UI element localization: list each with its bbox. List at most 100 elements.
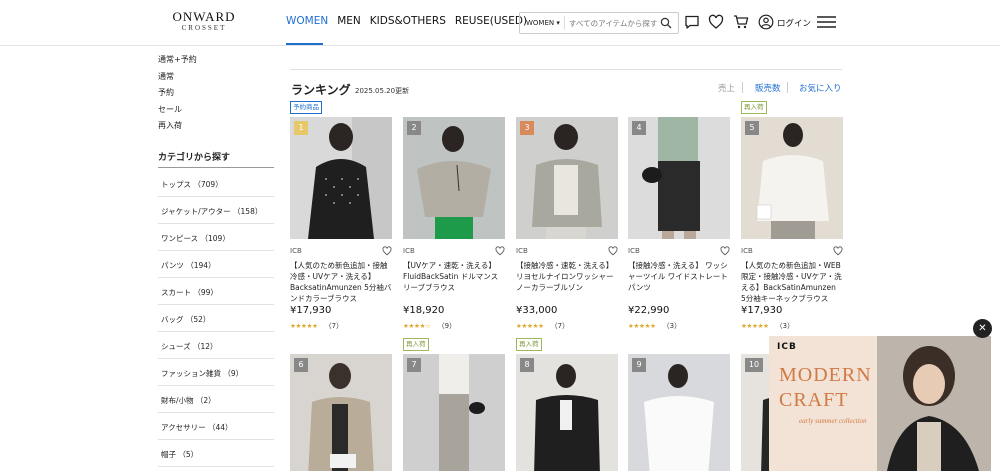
ranking-date: 2025.05.20更新: [355, 87, 410, 95]
sort-sales[interactable]: 売上: [718, 82, 735, 94]
filter-normal[interactable]: 通常: [158, 69, 197, 86]
category-item-fashion-goods[interactable]: ファッション雑貨 （9）: [158, 359, 274, 386]
product-name[interactable]: 【接触冷感・洗える】 ワッシャーツイル ワイドストレートパンツ: [628, 260, 730, 304]
product-card[interactable]: 予約商品 1 ICB 【人気のため新色追加・接触冷感・UVケア・洗える】Back…: [290, 101, 392, 331]
category-item-accessories[interactable]: アクセサリー （44）: [158, 413, 274, 440]
brand-text: ICB: [516, 247, 528, 255]
product-price: ¥17,930: [290, 305, 332, 316]
main-top-divider: [290, 69, 842, 70]
ranking-title: ランキング: [291, 83, 351, 97]
search-category-value: WOMEN: [526, 19, 555, 27]
category-item-shoes[interactable]: シューズ （12）: [158, 332, 274, 359]
favorite-heart-icon[interactable]: [608, 246, 618, 256]
favorite-heart-icon[interactable]: [495, 246, 505, 256]
product-brand: ICB: [741, 246, 843, 257]
product-card[interactable]: 9: [628, 354, 730, 471]
category-item-skirts[interactable]: スカート （99）: [158, 278, 274, 305]
banner-close-icon[interactable]: ✕: [973, 319, 992, 338]
login-link[interactable]: ログイン: [777, 17, 811, 29]
favorite-heart-icon[interactable]: [382, 246, 392, 256]
nav-reuse[interactable]: REUSE(USED): [455, 15, 527, 27]
chat-icon[interactable]: [684, 14, 700, 30]
product-image[interactable]: 1: [290, 117, 392, 239]
product-image[interactable]: 8: [516, 354, 618, 471]
product-rating: ★★★★★ （3）: [741, 321, 843, 331]
user-icon[interactable]: [758, 14, 774, 30]
search-input[interactable]: [568, 18, 665, 28]
review-count: （7）: [324, 322, 344, 330]
favorite-heart-icon[interactable]: [720, 246, 730, 256]
promo-banner[interactable]: ICB MODERN CRAFT early summer collection: [769, 336, 991, 471]
product-price: ¥18,920: [403, 305, 445, 316]
product-name[interactable]: 【人気のため新色追加・WEB限定・接触冷感・UVケア・洗える】BackSatin…: [741, 260, 843, 304]
category-item-tops[interactable]: トップス （709）: [158, 170, 274, 197]
product-brand: ICB: [403, 246, 505, 257]
banner-subtitle: early summer collection: [799, 417, 867, 425]
nav-men[interactable]: MEN: [337, 15, 361, 27]
product-price: ¥22,990: [628, 305, 670, 316]
banner-title-line1: MODERN: [779, 364, 872, 386]
reserve-tag: 予約商品: [290, 101, 322, 114]
nav-active-underline: [286, 43, 323, 45]
product-image[interactable]: 7: [403, 354, 505, 471]
rating-stars: ★★★★★: [741, 322, 769, 330]
rating-stars: ★★★★★: [290, 322, 318, 330]
filter-reserve[interactable]: 予約: [158, 85, 197, 102]
product-brand: ICB: [290, 246, 392, 257]
category-item-wallets[interactable]: 財布/小物 （2）: [158, 386, 274, 413]
brand-text: ICB: [741, 247, 753, 255]
product-card[interactable]: 3 ICB 【接触冷感・速乾・洗える】リヨセルナイロンワッシャー ノーカラーブル…: [516, 117, 618, 331]
product-card[interactable]: 再入荷 8: [516, 338, 618, 471]
product-rating: ★★★★★ （7）: [516, 321, 618, 331]
product-name[interactable]: 【UVケア・速乾・洗える】FluidBackSatin ドルマンスリーブブラウス: [403, 260, 505, 304]
product-card[interactable]: 2 ICB 【UVケア・速乾・洗える】FluidBackSatin ドルマンスリ…: [403, 117, 505, 331]
sort-favorites[interactable]: お気に入り: [799, 82, 842, 94]
category-item-hats[interactable]: 帽子 （5）: [158, 440, 274, 467]
search-icon[interactable]: [660, 17, 672, 29]
filter-sale[interactable]: セール: [158, 102, 197, 119]
category-item-pants[interactable]: パンツ （194）: [158, 251, 274, 278]
product-image[interactable]: 4: [628, 117, 730, 239]
product-card[interactable]: 再入荷 7: [403, 338, 505, 471]
rating-stars: ★★★★★: [516, 322, 544, 330]
product-name[interactable]: 【人気のため新色追加・接触冷感・UVケア・洗える】BacksatinAmunze…: [290, 260, 392, 304]
brand-text: ICB: [290, 247, 302, 255]
category-title-divider: [158, 167, 274, 168]
product-card[interactable]: 6: [290, 354, 392, 471]
sort-quantity[interactable]: 販売数: [755, 82, 781, 94]
category-list: トップス （709） ジャケット/アウター （158） ワンピース （109） …: [158, 170, 274, 467]
search-category-select[interactable]: WOMEN ▾: [520, 16, 565, 30]
filter-restock[interactable]: 再入荷: [158, 118, 197, 135]
nav-kids-others[interactable]: KIDS&OTHERS: [370, 15, 446, 27]
product-rating: ★★★★☆ （9）: [403, 321, 505, 331]
product-card[interactable]: 再入荷 5 ICB 【人気のため新色追加・WEB限定・接触冷感・UVケア・洗える…: [741, 101, 843, 331]
product-card[interactable]: 4 ICB 【接触冷感・洗える】 ワッシャーツイル ワイドストレートパンツ ¥2…: [628, 117, 730, 331]
product-rating: ★★★★★ （3）: [628, 321, 730, 331]
heart-icon[interactable]: [708, 14, 724, 30]
product-image[interactable]: 3: [516, 117, 618, 239]
product-image[interactable]: 5: [741, 117, 843, 239]
product-brand: ICB: [628, 246, 730, 257]
logo-sub-text: CROSSET: [181, 24, 227, 32]
menu-icon[interactable]: [817, 14, 836, 30]
product-image[interactable]: 9: [628, 354, 730, 471]
rank-badge: 9: [632, 358, 646, 372]
favorite-heart-icon[interactable]: [833, 246, 843, 256]
sort-divider: [742, 82, 743, 93]
rank-badge: 4: [632, 121, 646, 135]
category-item-bags[interactable]: バッグ （52）: [158, 305, 274, 332]
product-image[interactable]: 2: [403, 117, 505, 239]
site-header: ONWARD CROSSET WOMEN MEN KIDS&OTHERS REU…: [0, 0, 1000, 46]
product-name[interactable]: 【接触冷感・速乾・洗える】リヨセルナイロンワッシャー ノーカラーブルゾン: [516, 260, 618, 304]
cart-icon[interactable]: [733, 14, 749, 30]
review-count: （7）: [550, 322, 570, 330]
rank-badge: 3: [520, 121, 534, 135]
brand-text: ICB: [403, 247, 415, 255]
onward-crosset-logo[interactable]: ONWARD CROSSET: [163, 10, 245, 33]
product-image[interactable]: 6: [290, 354, 392, 471]
rank-badge: 6: [294, 358, 308, 372]
category-item-onepiece[interactable]: ワンピース （109）: [158, 224, 274, 251]
nav-women[interactable]: WOMEN: [286, 15, 328, 27]
category-item-jackets[interactable]: ジャケット/アウター （158）: [158, 197, 274, 224]
filter-normal-reserve[interactable]: 通常+予約: [158, 52, 197, 69]
